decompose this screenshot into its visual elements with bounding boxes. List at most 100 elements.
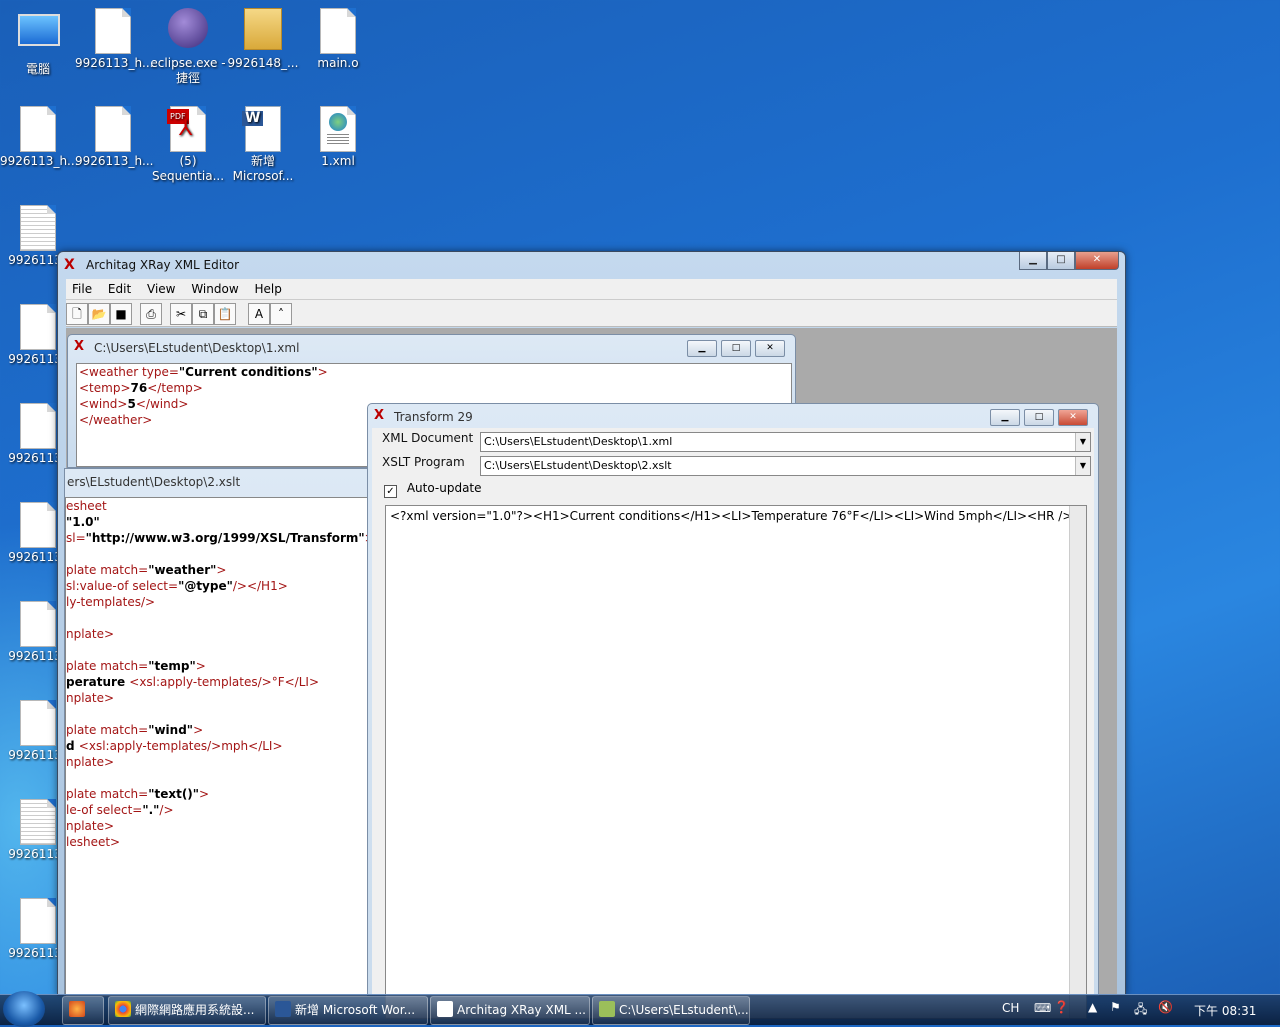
code-line: plate match="wind"> xyxy=(66,723,204,737)
desktop-icon[interactable]: 9926113_h... xyxy=(75,106,154,169)
desktop-icon[interactable]: eclipse.exe - 捷徑 xyxy=(150,8,226,86)
desktop-icon[interactable]: 9926148_... xyxy=(225,8,301,71)
desktop-icon[interactable]: 9926113_h... xyxy=(75,8,154,71)
desktop-icon[interactable]: 9926113_h... xyxy=(0,106,79,169)
taskbar-button-label: C:\Users\ELstudent\... xyxy=(619,1003,749,1017)
desktop-icon-label: 新增 Microsof... xyxy=(232,154,294,183)
help-icon[interactable]: ❓ xyxy=(1054,1000,1069,1014)
title-bar[interactable]: X Architag XRay XML Editor ▁ □ ✕ xyxy=(58,252,1125,278)
copy-button[interactable]: ⧉ xyxy=(192,303,214,325)
copy-icon: ⧉ xyxy=(198,307,208,321)
code-line: plate match="temp"> xyxy=(66,659,206,673)
taskbar-button-label: 網際網路應用系統設... xyxy=(135,1003,255,1017)
document-icon xyxy=(18,403,58,449)
maximize-button[interactable]: □ xyxy=(1047,252,1075,270)
close-button[interactable]: ✕ xyxy=(1075,252,1119,270)
font-button[interactable]: A xyxy=(248,303,270,325)
code-line: <weather type="Current conditions"> xyxy=(79,365,328,379)
folder-icon xyxy=(243,8,283,54)
xml-document-value: C:\Users\ELstudent\Desktop\1.xml xyxy=(484,435,673,448)
format-button[interactable]: ˄ xyxy=(270,303,292,325)
new-icon: 🗋 xyxy=(72,307,82,321)
xml-maximize-button[interactable]: □ xyxy=(721,340,751,357)
clock[interactable]: 下午 08:31 xyxy=(1194,1002,1256,1019)
menu-view[interactable]: View xyxy=(141,279,181,296)
code-line: esheet xyxy=(66,499,107,513)
desktop-icon-label: eclipse.exe - 捷徑 xyxy=(150,56,226,85)
desktop-icon-label: 9926113_h... xyxy=(75,154,154,168)
desktop-icon[interactable]: 1.xml xyxy=(300,106,376,169)
desktop-icon-label: 9926113_h... xyxy=(75,56,154,70)
transform-minimize-button[interactable]: ▁ xyxy=(990,409,1020,426)
taskbar: 網際網路應用系統設... 新增 Microsoft Wor... Architag … xyxy=(0,991,1280,1027)
autoupdate-row[interactable]: ✓ Auto-update xyxy=(384,481,482,498)
desktop-icon-label: main.o xyxy=(317,56,359,70)
desktop-icon[interactable]: W 新增 Microsof... xyxy=(225,106,301,184)
taskbar-button[interactable]: 網際網路應用系統設... xyxy=(108,996,266,1025)
xray-icon xyxy=(437,1001,453,1017)
transform-close-button[interactable]: ✕ xyxy=(1058,409,1088,426)
chevron-down-icon[interactable]: ▼ xyxy=(1075,457,1090,475)
start-button[interactable] xyxy=(3,991,45,1027)
autoupdate-checkbox[interactable]: ✓ xyxy=(384,485,397,498)
xray-app-icon: X xyxy=(64,257,75,273)
new-button[interactable]: 🗋 xyxy=(66,303,88,325)
flag-icon[interactable]: ⚑ xyxy=(1110,1000,1121,1014)
language-indicator[interactable]: CH xyxy=(1002,1001,1019,1015)
file-icon xyxy=(18,502,58,548)
file-icon xyxy=(18,601,58,647)
word-icon xyxy=(275,1001,291,1017)
code-line: plate match="text()"> xyxy=(66,787,210,801)
save-button[interactable]: ■ xyxy=(110,303,132,325)
xml-minimize-button[interactable]: ▁ xyxy=(687,340,717,357)
volume-icon[interactable]: 🔇 xyxy=(1158,1000,1173,1014)
code-line: perature <xsl:apply-templates/>°F</LI> xyxy=(66,675,319,689)
save-icon: ■ xyxy=(115,307,127,321)
network-icon[interactable]: 🖧 xyxy=(1134,1000,1147,1021)
code-line: nplate> xyxy=(66,627,115,641)
text-icon xyxy=(18,205,58,251)
keyboard-icon[interactable]: ⌨ xyxy=(1034,1001,1051,1015)
chevron-down-icon[interactable]: ▼ xyxy=(1075,433,1090,451)
cut-icon: ✂ xyxy=(175,307,187,321)
xslt-program-select[interactable]: C:\Users\ELstudent\Desktop\2.xslt ▼ xyxy=(480,456,1091,476)
desktop-icon[interactable]: 電腦 xyxy=(0,8,76,77)
code-line: sl="http://www.w3.org/1999/XSL/Transform… xyxy=(66,531,369,545)
xml-close-button[interactable]: ✕ xyxy=(755,340,785,357)
desktop-icon[interactable]: main.o xyxy=(300,8,376,71)
xslt-document-window[interactable]: ers\ELstudent\Desktop\2.xslt esheet "1.0"… xyxy=(64,468,372,997)
computer-icon xyxy=(18,14,60,60)
code-line: "1.0" xyxy=(66,515,100,529)
output-scrollbar[interactable] xyxy=(1069,506,1086,1018)
open-button[interactable]: 📂 xyxy=(88,303,110,325)
code-line: nplate> xyxy=(66,691,115,705)
menu-file[interactable]: File xyxy=(66,279,98,296)
cut-button[interactable]: ✂ xyxy=(170,303,192,325)
taskbar-button[interactable]: Architag XRay XML ... xyxy=(430,996,590,1025)
menu-window[interactable]: Window xyxy=(185,279,244,296)
xml-icon xyxy=(318,106,358,152)
paste-button[interactable]: 📋 xyxy=(214,303,236,325)
minimize-button[interactable]: ▁ xyxy=(1019,252,1047,270)
taskbar-firefox[interactable] xyxy=(62,996,104,1025)
transform-body: XML Document C:\Users\ELstudent\Desktop\… xyxy=(372,428,1094,1019)
code-line: ly-templates/> xyxy=(66,595,156,609)
transform-window[interactable]: X Transform 29 ▁ □ ✕ XML Document C:\Use… xyxy=(367,403,1099,1019)
taskbar-button[interactable]: 新增 Microsoft Wor... xyxy=(268,996,428,1025)
desktop-icon[interactable]: PDF ⅄ (5) Sequentia... xyxy=(150,106,226,184)
taskbar-button[interactable]: C:\Users\ELstudent\... xyxy=(592,996,750,1025)
print-button[interactable]: ⎙ xyxy=(140,303,162,325)
transform-output[interactable]: <?xml version="1.0"?><H1>Current conditi… xyxy=(385,505,1087,1019)
print-icon: ⎙ xyxy=(146,307,156,321)
toolbar: 🗋 📂 ■ ⎙ ✂ ⧉ 📋 A ˄ xyxy=(66,300,1117,327)
eclipse-icon xyxy=(168,8,208,54)
menu-help[interactable]: Help xyxy=(248,279,287,296)
show-hidden-icon[interactable]: ▲ xyxy=(1088,1000,1097,1014)
transform-maximize-button[interactable]: □ xyxy=(1024,409,1054,426)
menu-edit[interactable]: Edit xyxy=(102,279,137,296)
xslt-editor[interactable]: esheet "1.0" sl="http://www.w3.org/1999/XS… xyxy=(65,497,370,997)
file-icon xyxy=(18,898,58,944)
xml-document-select[interactable]: C:\Users\ELstudent\Desktop\1.xml ▼ xyxy=(480,432,1091,452)
